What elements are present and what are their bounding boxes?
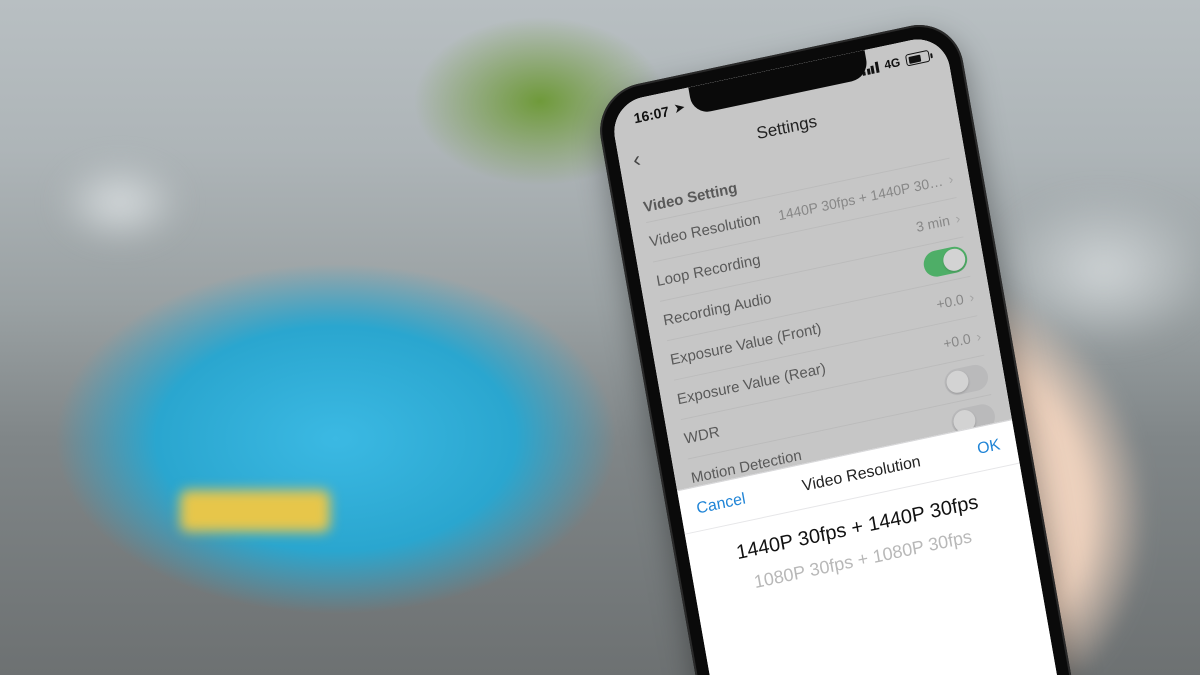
phone-screen: 16:07 ➤ 4G ‹ Settings (609, 33, 1064, 675)
license-plate-blur (180, 490, 330, 532)
network-type: 4G (883, 55, 901, 72)
back-button[interactable]: ‹ (631, 148, 642, 171)
phone-frame: 16:07 ➤ 4G ‹ Settings (593, 16, 1080, 675)
status-time: 16:07 (632, 103, 670, 126)
picker-ok-button[interactable]: OK (976, 436, 1002, 459)
picker-cancel-button[interactable]: Cancel (695, 490, 747, 518)
location-icon: ➤ (673, 100, 685, 116)
page-title: Settings (755, 112, 819, 144)
battery-icon (905, 50, 931, 67)
background-photo: 16:07 ➤ 4G ‹ Settings (0, 0, 1200, 675)
